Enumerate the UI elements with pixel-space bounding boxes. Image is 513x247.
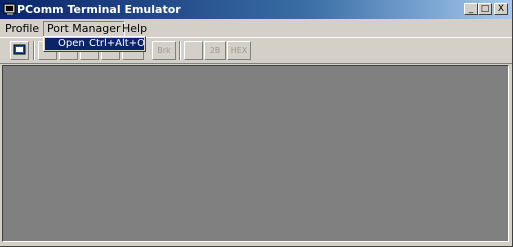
- display-2b-label: 2B: [209, 46, 221, 55]
- minimize-button[interactable]: _: [464, 3, 478, 15]
- menu-help[interactable]: Help: [119, 22, 150, 36]
- toolbar-separator: [179, 41, 181, 60]
- break-label: Brk: [157, 46, 171, 55]
- hex-label: HEX: [230, 46, 248, 55]
- menu-port-manager[interactable]: Port Manager: [43, 21, 125, 37]
- hex-button[interactable]: HEX: [227, 41, 251, 60]
- terminal-app-icon: [3, 3, 16, 15]
- menu-bar: Profile Port Manager Help: [0, 20, 512, 37]
- title-bar[interactable]: PComm Terminal Emulator _ □ X: [0, 0, 512, 19]
- close-button[interactable]: X: [494, 3, 508, 15]
- menu-item-open-shortcut: Ctrl+Alt+O: [89, 38, 145, 49]
- break-button[interactable]: Brk: [152, 41, 176, 60]
- transfer-icon[interactable]: [184, 41, 203, 60]
- open-profile-glyph: [13, 44, 26, 55]
- maximize-button[interactable]: □: [478, 3, 492, 15]
- window-title: PComm Terminal Emulator: [17, 3, 181, 16]
- menu-item-open[interactable]: Open Ctrl+Alt+O: [45, 38, 145, 50]
- port-manager-menu: Open Ctrl+Alt+O: [43, 36, 146, 52]
- app-window: PComm Terminal Emulator _ □ X Profile Po…: [0, 0, 513, 247]
- open-profile-icon[interactable]: [10, 41, 29, 60]
- toolbar-separator: [33, 41, 35, 60]
- display-2b-button[interactable]: 2B: [204, 41, 226, 60]
- terminal-area[interactable]: [2, 65, 509, 242]
- menu-profile[interactable]: Profile: [2, 22, 42, 36]
- menu-item-open-label: Open: [58, 38, 85, 49]
